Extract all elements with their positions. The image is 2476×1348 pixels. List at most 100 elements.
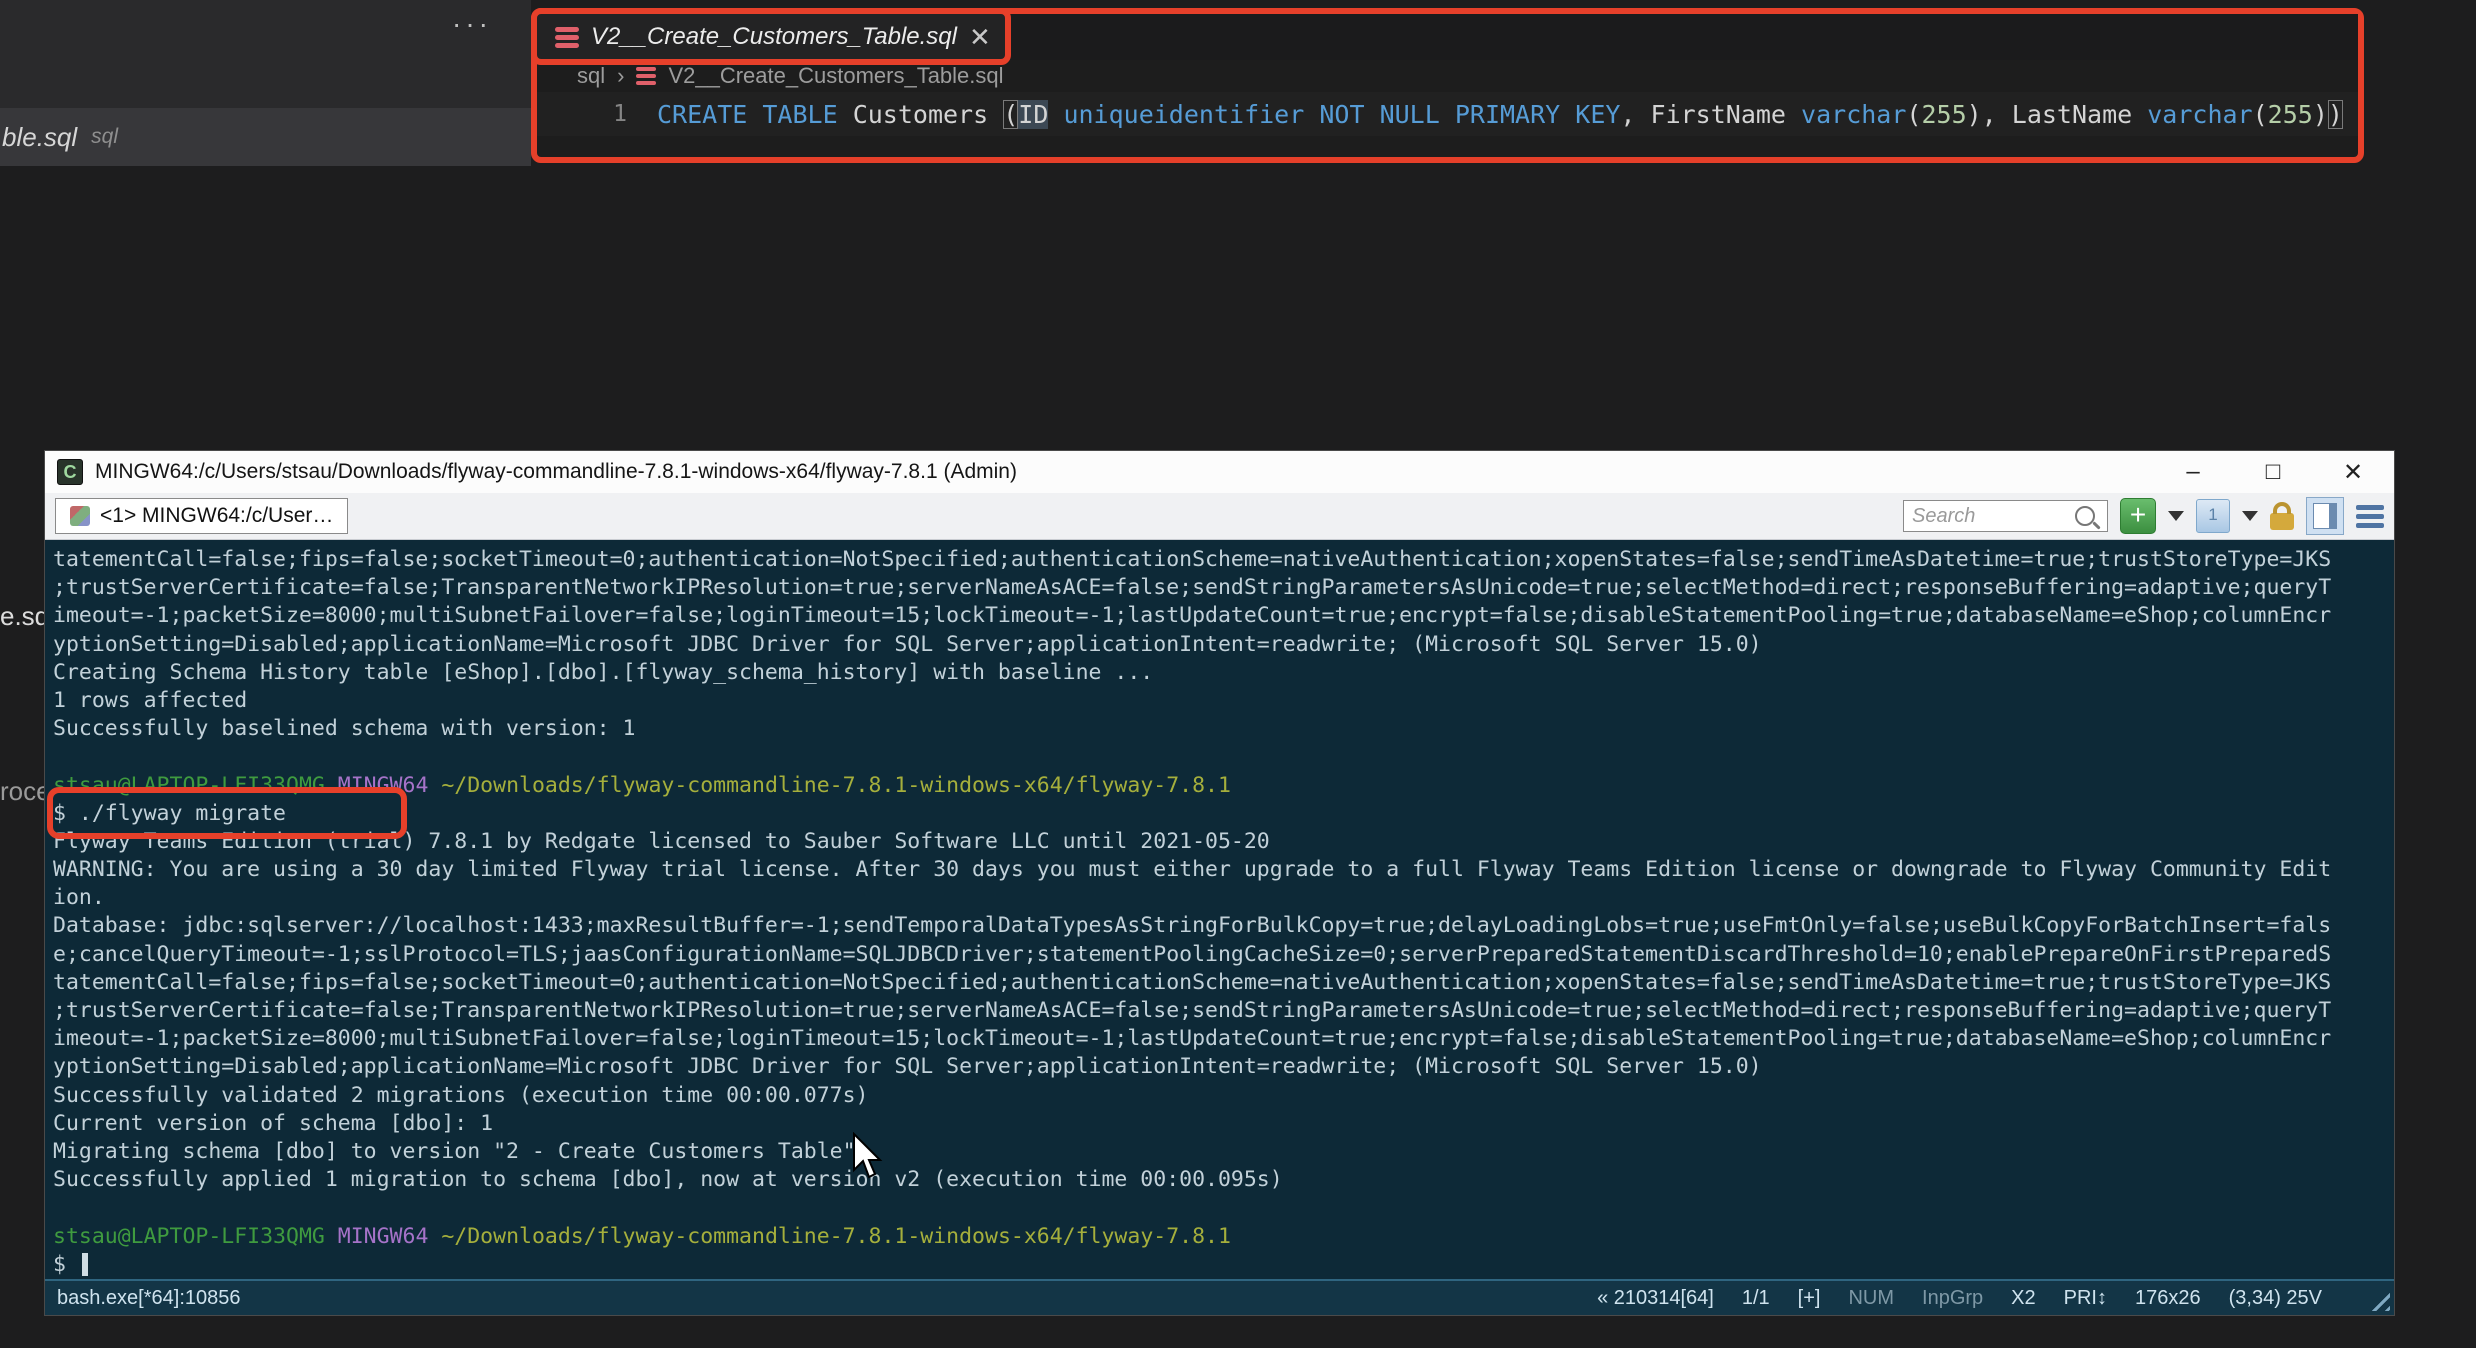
chevron-right-icon: › [617, 63, 625, 88]
code-token: ) [2312, 99, 2328, 129]
background-tab-fragment[interactable]: ble.sql sql [0, 108, 531, 166]
code-token: 255 [2267, 99, 2313, 129]
terminal-statusbar: bash.exe[*64]:10856 « 210314[64] 1/1 [+] NU… [45, 1279, 2394, 1315]
terminal-titlebar[interactable]: C MINGW64:/c/Users/stsau/Downloads/flywa… [45, 451, 2394, 493]
terminal-line: Flyway Teams Edition (trial) 7.8.1 by Re… [53, 828, 1270, 854]
terminal-line: imeout=-1;packetSize=8000;multiSubnetFai… [53, 1026, 2332, 1052]
screen: ··· ble.sql sql e.sq roce V2__Create_Cus… [0, 0, 2476, 1348]
terminal-line: ion. [53, 885, 105, 911]
editor-tab-label: V2__Create_Customers_Table.sql [591, 23, 957, 50]
terminal-output[interactable]: tatementCall=false;fips=false;socketTime… [45, 540, 2394, 1279]
background-text-fragment-top: e.sq [0, 601, 50, 631]
code-token: ( [1003, 99, 1019, 129]
search-placeholder: Search [1912, 504, 1976, 527]
terminal-line: Creating Schema History table [eShop].[d… [53, 659, 1154, 685]
switch-window-dropdown-icon[interactable] [2242, 511, 2258, 521]
mintty-icon [70, 506, 90, 526]
code-token: KEY [1575, 99, 1621, 129]
code-token: CREATE [657, 99, 748, 129]
statusbar-process[interactable]: bash.exe[*64]:10856 [57, 1287, 241, 1310]
terminal-line: stsau@LAPTOP-LFI33QMG MINGW64 ~/Download… [53, 772, 1231, 798]
terminal-line: Database: jdbc:sqlserver://localhost:143… [53, 913, 2332, 939]
terminal-cursor [81, 1253, 88, 1277]
statusbar-item[interactable]: 176x26 [2135, 1287, 2201, 1310]
switch-window-button[interactable]: 1 [2196, 499, 2230, 533]
lock-icon[interactable] [2270, 501, 2294, 530]
terminal-line: ;trustServerCertificate=false;Transparen… [53, 998, 2332, 1023]
statusbar-item[interactable]: InpGrp [1922, 1287, 1983, 1310]
resize-grip[interactable] [2364, 1285, 2390, 1311]
new-console-dropdown-icon[interactable] [2168, 511, 2184, 521]
terminal-line: $ [53, 1251, 2394, 1279]
terminal-line: $ ./flyway migrate [53, 800, 286, 826]
terminal-line: Successfully validated 2 migrations (exe… [53, 1082, 869, 1108]
terminal-title: MINGW64:/c/Users/stsau/Downloads/flyway-… [95, 460, 1017, 483]
terminal-line: tatementCall=false;fips=false;socketTime… [53, 547, 2332, 572]
terminal-window: C MINGW64:/c/Users/stsau/Downloads/flywa… [44, 450, 2395, 1316]
code-token: NULL [1379, 99, 1440, 129]
code-line-tokens: CREATE TABLE Customers (ID uniqueidentif… [657, 99, 2343, 129]
statusbar-item[interactable]: NUM [1848, 1287, 1894, 1310]
search-icon [2075, 506, 2095, 526]
terminal-line: Migrating schema [dbo] to version "2 - C… [53, 1138, 856, 1164]
maximize-button[interactable]: □ [2258, 458, 2288, 487]
breadcrumb-root[interactable]: sql [577, 63, 605, 89]
code-token: 255 [1921, 99, 1967, 129]
window-controls: – □ ✕ [2178, 458, 2368, 487]
background-tab-fragment-label: ble.sql [2, 121, 78, 152]
editor-actions-ellipsis-icon[interactable]: ··· [452, 8, 492, 40]
terminal-line: yptionSetting=Disabled;applicationName=M… [53, 1054, 1762, 1080]
terminal-line: 1 rows affected [53, 687, 248, 713]
code-token: PRIMARY [1454, 99, 1561, 129]
statusbar-item[interactable]: X2 [2011, 1287, 2035, 1310]
code-token: uniqueidentifier [1063, 99, 1305, 129]
terminal-toolbar: <1> MINGW64:/c/User… Search + 1 [45, 493, 2394, 540]
conemu-app-icon: C [57, 459, 83, 485]
menu-hamburger-icon[interactable] [2356, 501, 2384, 532]
mouse-cursor [852, 1131, 888, 1187]
code-token: TABLE [762, 99, 838, 129]
line-number: 1 [613, 101, 627, 127]
terminal-line: e;cancelQueryTimeout=-1;sslProtocol=TLS;… [53, 941, 2332, 967]
tab-close-icon[interactable]: ✕ [969, 24, 991, 50]
code-token: , FirstName [1620, 99, 1802, 129]
minimize-button[interactable]: – [2178, 458, 2208, 487]
statusbar-item[interactable]: « 210314[64] [1597, 1287, 1714, 1310]
statusbar-item[interactable]: [+] [1798, 1287, 1821, 1310]
console-tab-mingw64[interactable]: <1> MINGW64:/c/User… [55, 498, 349, 534]
toolbar-right-controls: Search + 1 [1903, 497, 2384, 535]
editor-tab-v2-create-customers[interactable]: V2__Create_Customers_Table.sql ✕ [537, 14, 1005, 60]
statusbar-item[interactable]: PRI↕ [2064, 1287, 2107, 1310]
new-console-button[interactable]: + [2120, 498, 2156, 534]
statusbar-item[interactable]: 1/1 [1742, 1287, 1770, 1310]
code-token: varchar [1801, 99, 1907, 129]
code-token: ID [1018, 99, 1049, 129]
breadcrumb-file[interactable]: V2__Create_Customers_Table.sql [668, 63, 1003, 89]
breadcrumb: sql › V2__Create_Customers_Table.sql [537, 60, 2358, 92]
terminal-line: Current version of schema [dbo]: 1 [53, 1110, 494, 1136]
code-token: Customers [837, 99, 1004, 129]
terminal-line: Successfully applied 1 migration to sche… [53, 1167, 1283, 1193]
terminal-line: Successfully baselined schema with versi… [53, 716, 636, 742]
terminal-line: stsau@LAPTOP-LFI33QMG MINGW64 ~/Download… [53, 1223, 1231, 1249]
database-file-icon [636, 67, 657, 85]
panel-view-button[interactable] [2306, 497, 2344, 535]
statusbar-items: « 210314[64] 1/1 [+] NUM InpGrp X2 PRI↕ 176x26 (… [1597, 1287, 2322, 1310]
code-token: varchar [2147, 99, 2253, 129]
statusbar-item[interactable]: (3,34) 25V [2229, 1287, 2322, 1310]
search-input[interactable]: Search [1903, 500, 2108, 532]
console-tab-label: <1> MINGW64:/c/User… [100, 504, 334, 527]
close-button[interactable]: ✕ [2338, 458, 2368, 487]
background-text-fragment-bottom: roce [0, 776, 51, 806]
terminal-line: WARNING: You are using a 30 day limited … [53, 857, 2332, 883]
editor-code-area[interactable]: 1 CREATE TABLE Customers (ID uniqueident… [537, 92, 2358, 136]
code-token: ) [2327, 99, 2343, 129]
code-token: ( [2252, 99, 2268, 129]
